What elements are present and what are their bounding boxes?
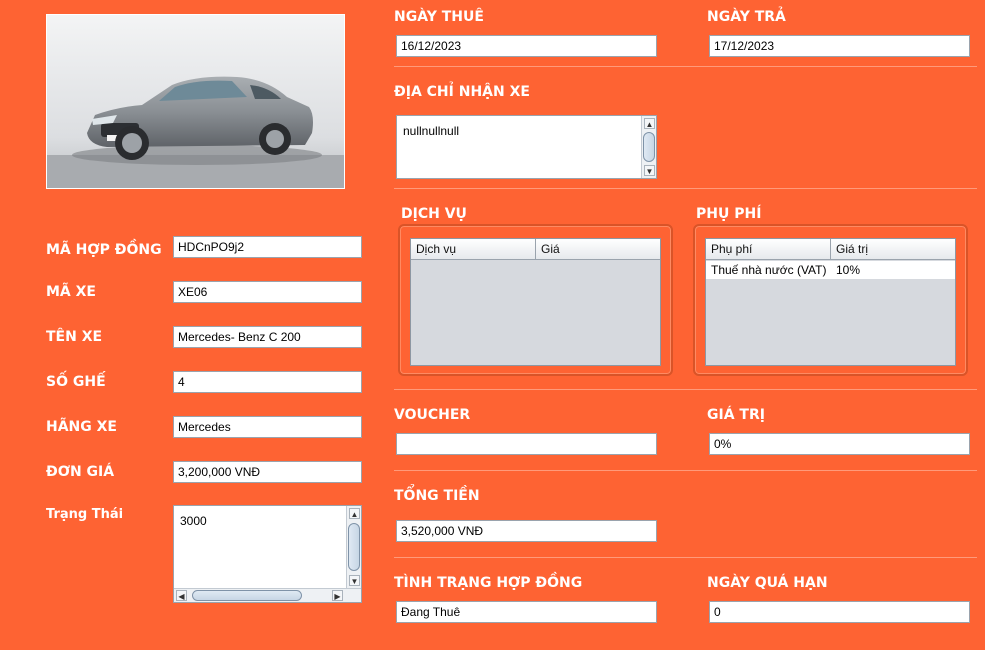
ma-xe-label: MÃ XE — [46, 284, 96, 300]
ngay-qua-han-field[interactable]: 0 — [709, 601, 970, 623]
trang-thai-label: Trạng Thái — [46, 507, 124, 522]
column-header[interactable]: Giá trị — [831, 239, 957, 260]
trang-thai-value: 3000 — [180, 514, 207, 528]
gia-tri-label: GIÁ TRỊ — [707, 407, 765, 423]
phu-phi-table-header: Phụ phí Giá trị — [706, 239, 955, 260]
voucher-label: VOUCHER — [394, 407, 471, 423]
column-header[interactable]: Phụ phí — [706, 239, 831, 260]
ngay-qua-han-label: NGÀY QUÁ HẠN — [707, 575, 828, 591]
gia-tri-field[interactable]: 0% — [709, 433, 970, 455]
scroll-up-icon[interactable]: ▲ — [349, 508, 360, 519]
scroll-up-icon[interactable]: ▲ — [644, 118, 655, 129]
so-ghe-field[interactable]: 4 — [173, 371, 362, 393]
dia-chi-value: nullnullnull — [403, 124, 460, 138]
so-ghe-label: SỐ GHẾ — [46, 374, 106, 390]
vertical-scrollbar[interactable]: ▲ ▼ — [641, 116, 656, 178]
ten-xe-label: TÊN XE — [46, 329, 103, 345]
scroll-down-icon[interactable]: ▼ — [644, 165, 655, 176]
scroll-down-icon[interactable]: ▼ — [349, 575, 360, 586]
divider — [394, 557, 977, 558]
divider — [394, 188, 977, 189]
table-cell: Thuế nhà nước (VAT) — [711, 263, 827, 277]
vertical-scrollbar[interactable]: ▲ ▼ — [346, 506, 361, 588]
phu-phi-title: PHỤ PHÍ — [696, 206, 762, 222]
ma-xe-field[interactable]: XE06 — [173, 281, 362, 303]
table-row[interactable]: Thuế nhà nước (VAT) 10% — [706, 261, 955, 279]
ngay-tra-label: NGÀY TRẢ — [707, 9, 786, 25]
tinh-trang-field[interactable]: Đang Thuê — [396, 601, 657, 623]
don-gia-label: ĐƠN GIÁ — [46, 464, 115, 480]
ngay-thue-label: NGÀY THUÊ — [394, 9, 484, 25]
dia-chi-label: ĐỊA CHỈ NHẬN XE — [394, 84, 530, 100]
tinh-trang-label: TÌNH TRẠNG HỢP ĐỒNG — [394, 575, 583, 591]
scroll-right-icon[interactable]: ▶ — [332, 590, 343, 601]
divider — [394, 66, 977, 67]
trang-thai-textarea[interactable]: 3000 ▲ ▼ ◀ ▶ — [173, 505, 362, 603]
ten-xe-field[interactable]: Mercedes- Benz C 200 — [173, 326, 362, 348]
hang-xe-field[interactable]: Mercedes — [173, 416, 362, 438]
column-header[interactable]: Giá — [536, 239, 662, 260]
voucher-field[interactable] — [396, 433, 657, 455]
hscroll-thumb[interactable] — [192, 590, 302, 601]
column-header[interactable]: Dịch vụ — [411, 239, 536, 260]
ma-hop-dong-field[interactable]: HDCnPO9j2 — [173, 236, 362, 258]
table-cell: 10% — [836, 263, 861, 277]
car-photo — [46, 14, 345, 189]
car-image — [47, 15, 344, 188]
ngay-tra-field[interactable]: 17/12/2023 — [709, 35, 970, 57]
horizontal-scrollbar[interactable]: ◀ ▶ — [174, 588, 361, 602]
divider — [394, 470, 977, 471]
hang-xe-label: HÃNG XE — [46, 419, 117, 435]
divider — [394, 389, 977, 390]
ma-hop-dong-label: MÃ HỢP ĐỒNG — [46, 242, 162, 258]
dich-vu-table-header: Dịch vụ Giá — [411, 239, 660, 260]
dich-vu-table[interactable]: Dịch vụ Giá — [410, 238, 661, 366]
dich-vu-title: DỊCH VỤ — [401, 206, 467, 222]
dia-chi-textarea[interactable]: nullnullnull ▲ ▼ — [396, 115, 657, 179]
don-gia-field[interactable]: 3,200,000 VNĐ — [173, 461, 362, 483]
scroll-thumb[interactable] — [643, 132, 655, 162]
tong-tien-field[interactable]: 3,520,000 VNĐ — [396, 520, 657, 542]
ngay-thue-field[interactable]: 16/12/2023 — [396, 35, 657, 57]
phu-phi-table[interactable]: Phụ phí Giá trị Thuế nhà nước (VAT) 10% — [705, 238, 956, 366]
tong-tien-label: TỔNG TIỀN — [394, 488, 480, 504]
scroll-left-icon[interactable]: ◀ — [176, 590, 187, 601]
scroll-thumb[interactable] — [348, 523, 360, 571]
